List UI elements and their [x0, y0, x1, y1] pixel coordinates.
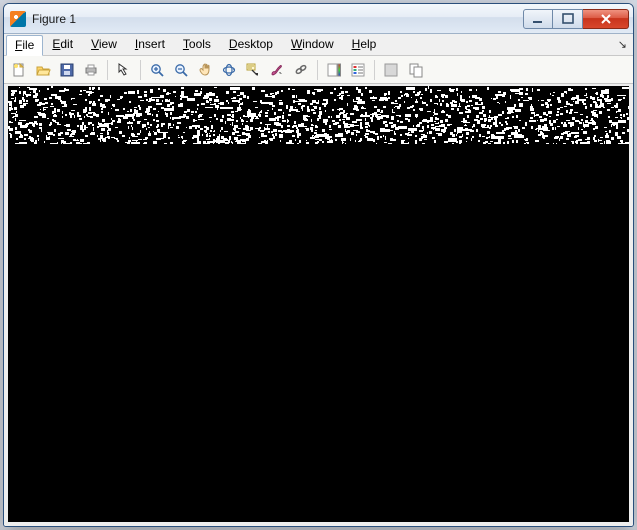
insert-colorbar-button[interactable] — [323, 59, 345, 81]
rotate-icon — [221, 62, 237, 78]
print-button[interactable] — [80, 59, 102, 81]
toolbar-separator — [317, 60, 318, 80]
close-button[interactable] — [583, 9, 629, 29]
showplottools-icon — [407, 62, 423, 78]
pan-button[interactable] — [194, 59, 216, 81]
datacursor-icon — [245, 62, 261, 78]
menubar: FileEditViewInsertToolsDesktopWindowHelp… — [4, 34, 633, 56]
figure-window: Figure 1 FileEditViewInsertToolsDesktopW… — [3, 3, 634, 527]
arrow-icon — [116, 62, 132, 78]
open-button[interactable] — [32, 59, 54, 81]
dock-toggle-icon[interactable]: ↘ — [618, 38, 627, 51]
menu-help[interactable]: Help — [343, 34, 386, 55]
toolbar-separator — [374, 60, 375, 80]
window-title: Figure 1 — [32, 12, 76, 26]
menu-edit[interactable]: Edit — [43, 34, 82, 55]
pan-icon — [197, 62, 213, 78]
rotate-3d-button[interactable] — [218, 59, 240, 81]
colorbar-icon — [326, 62, 342, 78]
zoom-in-icon — [149, 62, 165, 78]
zoom-out-button[interactable] — [170, 59, 192, 81]
save-button[interactable] — [56, 59, 78, 81]
menu-insert[interactable]: Insert — [126, 34, 174, 55]
link-icon — [293, 62, 309, 78]
data-cursor-button[interactable] — [242, 59, 264, 81]
legend-icon — [350, 62, 366, 78]
new-figure-button[interactable] — [8, 59, 30, 81]
minimize-button[interactable] — [523, 9, 553, 29]
edit-plot-button[interactable] — [113, 59, 135, 81]
zoom-out-icon — [173, 62, 189, 78]
maximize-button[interactable] — [553, 9, 583, 29]
toolbar — [4, 56, 633, 84]
menu-desktop[interactable]: Desktop — [220, 34, 282, 55]
hideplottools-icon — [383, 62, 399, 78]
menu-file[interactable]: File — [6, 35, 43, 56]
show-plot-tools-button[interactable] — [404, 59, 426, 81]
minimize-icon — [530, 11, 546, 27]
brush-icon — [269, 62, 285, 78]
menu-tools[interactable]: Tools — [174, 34, 220, 55]
titlebar[interactable]: Figure 1 — [4, 4, 633, 34]
hide-plot-tools-button[interactable] — [380, 59, 402, 81]
toolbar-separator — [140, 60, 141, 80]
close-icon — [598, 11, 614, 27]
figure-content-area — [4, 84, 633, 526]
menu-window[interactable]: Window — [282, 34, 343, 55]
link-button[interactable] — [290, 59, 312, 81]
image-noise-band — [8, 86, 629, 144]
brush-button[interactable] — [266, 59, 288, 81]
new-icon — [11, 62, 27, 78]
zoom-in-button[interactable] — [146, 59, 168, 81]
open-icon — [35, 62, 51, 78]
matlab-icon — [10, 11, 26, 27]
save-icon — [59, 62, 75, 78]
window-controls — [523, 9, 629, 29]
toolbar-separator — [107, 60, 108, 80]
insert-legend-button[interactable] — [347, 59, 369, 81]
menu-view[interactable]: View — [82, 34, 126, 55]
figure-axes[interactable] — [8, 86, 629, 522]
print-icon — [83, 62, 99, 78]
maximize-icon — [560, 11, 576, 27]
